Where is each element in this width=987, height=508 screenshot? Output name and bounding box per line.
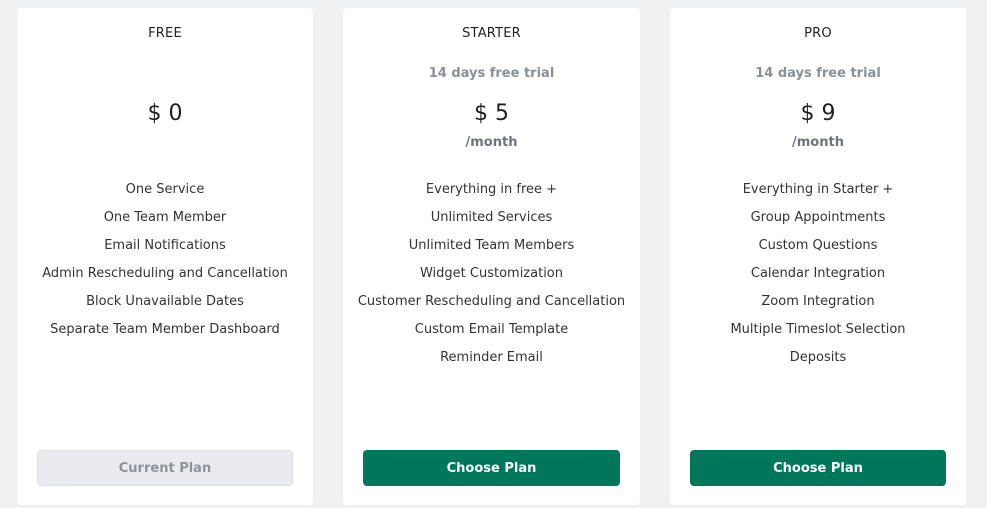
feature-item: Customer Rescheduling and Cancellation — [357, 294, 626, 309]
feature-item: Unlimited Services — [430, 210, 553, 225]
feature-item: Group Appointments — [750, 210, 886, 225]
feature-item: Everything in Starter + — [742, 182, 894, 197]
plan-name: PRO — [804, 26, 832, 41]
feature-item: One Team Member — [103, 210, 227, 225]
feature-item: Multiple Timeslot Selection — [730, 322, 906, 337]
current-plan-button[interactable]: Current Plan — [37, 450, 293, 486]
plan-price: $ 9 — [800, 101, 836, 126]
choose-plan-button-pro[interactable]: Choose Plan — [690, 450, 946, 486]
feature-item: Reminder Email — [440, 350, 543, 365]
feature-item: Block Unavailable Dates — [86, 294, 244, 309]
feature-item: Deposits — [789, 350, 847, 365]
plan-name: FREE — [148, 26, 182, 41]
plan-card-free: FREE $ 0 One Service One Team Member Ema… — [17, 8, 313, 505]
feature-item: Widget Customization — [419, 266, 564, 281]
plan-card-starter: STARTER 14 days free trial $ 5 /month Ev… — [343, 8, 640, 505]
feature-item: Unlimited Team Members — [408, 238, 575, 253]
feature-item: Custom Email Template — [414, 322, 569, 337]
plan-price: $ 5 — [474, 101, 509, 126]
trial-label: 14 days free trial — [428, 66, 555, 81]
feature-list: Everything in free + Unlimited Services … — [343, 176, 640, 372]
trial-label: 14 days free trial — [755, 66, 881, 81]
feature-item: One Service — [125, 182, 205, 197]
feature-item: Zoom Integration — [761, 294, 875, 309]
feature-item: Separate Team Member Dashboard — [50, 322, 280, 337]
billing-period: /month — [792, 135, 844, 150]
feature-item: Email Notifications — [104, 238, 226, 253]
feature-item: Everything in free + — [425, 182, 558, 197]
plan-price: $ 0 — [147, 101, 183, 126]
feature-item: Admin Rescheduling and Cancellation — [42, 266, 288, 281]
plan-name: STARTER — [462, 26, 521, 41]
plan-card-pro: PRO 14 days free trial $ 9 /month Everyt… — [670, 8, 966, 505]
billing-period: /month — [465, 135, 518, 150]
feature-item: Calendar Integration — [750, 266, 886, 281]
feature-list: Everything in Starter + Group Appointmen… — [670, 176, 966, 372]
feature-item: Custom Questions — [758, 238, 878, 253]
feature-list: One Service One Team Member Email Notifi… — [17, 176, 313, 344]
choose-plan-button-starter[interactable]: Choose Plan — [363, 450, 620, 486]
